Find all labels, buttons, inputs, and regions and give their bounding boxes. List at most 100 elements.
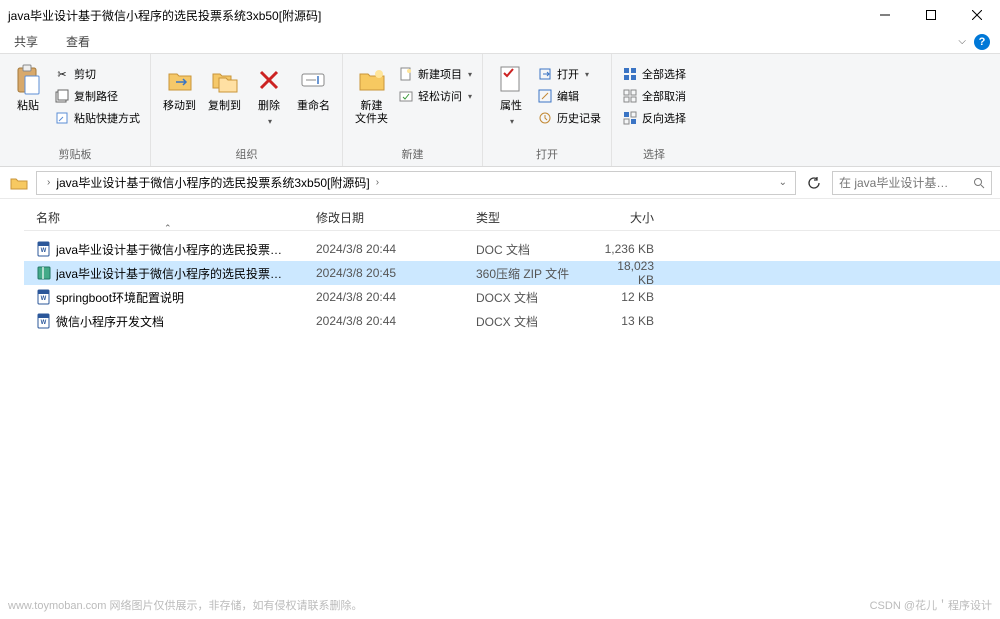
invert-selection-button[interactable]: 反向选择 [618, 108, 690, 128]
file-date: 2024/3/8 20:44 [316, 242, 476, 256]
minimize-button[interactable] [862, 0, 908, 30]
invert-selection-label: 反向选择 [642, 110, 686, 126]
new-folder-label: 新建 文件夹 [355, 100, 388, 126]
select-all-button[interactable]: 全部选择 [618, 64, 690, 84]
paste-shortcut-button[interactable]: 粘贴快捷方式 [50, 108, 144, 128]
paste-shortcut-label: 粘贴快捷方式 [74, 110, 140, 126]
ribbon-group-organize: 移动到 复制到 删除 ▾ 重命名 组织 [151, 54, 343, 166]
copy-to-label: 复制到 [208, 100, 241, 113]
ribbon-collapse-icon[interactable]: ⌵ [958, 36, 966, 47]
delete-label: 删除 [258, 100, 280, 113]
file-name: 微信小程序开发文档 [56, 313, 316, 330]
new-item-icon [398, 66, 414, 82]
move-to-icon [164, 64, 196, 96]
edit-button[interactable]: 编辑 [533, 86, 605, 106]
copy-to-icon [209, 64, 241, 96]
new-item-label: 新建项目 [418, 66, 462, 82]
breadcrumb-folder[interactable]: java毕业设计基于微信小程序的选民投票系统3xb50[附源码] [56, 174, 369, 191]
easy-access-icon [398, 88, 414, 104]
column-type[interactable]: 类型 [476, 209, 604, 226]
column-size[interactable]: 大小 [604, 209, 684, 226]
refresh-button[interactable] [802, 171, 826, 195]
edit-icon [537, 88, 553, 104]
tab-view[interactable]: 查看 [52, 30, 104, 54]
footer-watermark-left: www.toymoban.com 网络图片仅供展示，非存储，如有侵权请联系删除。 [8, 597, 362, 613]
paste-button[interactable]: 粘贴 [6, 62, 50, 115]
open-group-label: 打开 [489, 144, 605, 166]
copy-path-button[interactable]: 复制路径 [50, 86, 144, 106]
tab-share[interactable]: 共享 [0, 30, 52, 54]
open-button[interactable]: 打开 ▾ [533, 64, 605, 84]
file-list: Wjava毕业设计基于微信小程序的选民投票…2024/3/8 20:44DOC … [24, 231, 1000, 333]
maximize-button[interactable] [908, 0, 954, 30]
edit-label: 编辑 [557, 88, 579, 104]
paste-icon [12, 64, 44, 96]
copy-path-icon [54, 88, 70, 104]
chevron-right-icon[interactable]: › [41, 177, 56, 188]
properties-label: 属性 [500, 100, 522, 113]
paste-shortcut-icon [54, 110, 70, 126]
svg-text:W: W [41, 296, 47, 302]
new-folder-button[interactable]: 新建 文件夹 [349, 62, 394, 128]
column-name[interactable]: 名称 [36, 209, 316, 226]
history-button[interactable]: 历史记录 [533, 108, 605, 128]
svg-text:W: W [41, 320, 47, 326]
folder-icon [8, 173, 30, 193]
breadcrumb[interactable]: › java毕业设计基于微信小程序的选民投票系统3xb50[附源码] › ⌄ [36, 171, 796, 195]
copy-path-label: 复制路径 [74, 88, 118, 104]
select-group-label: 选择 [618, 144, 690, 166]
file-icon: W [36, 289, 56, 305]
delete-button[interactable]: 删除 ▾ [247, 62, 291, 129]
address-bar-row: › java毕业设计基于微信小程序的选民投票系统3xb50[附源码] › ⌄ 在… [0, 167, 1000, 199]
rename-button[interactable]: 重命名 [291, 62, 336, 115]
sort-indicator-icon: ⌃ [164, 223, 172, 234]
history-label: 历史记录 [557, 110, 601, 126]
close-button[interactable] [954, 0, 1000, 30]
ribbon: 粘贴 ✂ 剪切 复制路径 粘贴快捷方式 [0, 54, 1000, 167]
ribbon-group-open: 属性 ▾ 打开 ▾ 编辑 [483, 54, 612, 166]
cut-button[interactable]: ✂ 剪切 [50, 64, 144, 84]
file-type: DOCX 文档 [476, 289, 604, 306]
easy-access-button[interactable]: 轻松访问 ▾ [394, 86, 476, 106]
invert-selection-icon [622, 110, 638, 126]
ribbon-group-clipboard: 粘贴 ✂ 剪切 复制路径 粘贴快捷方式 [0, 54, 151, 166]
properties-icon [495, 64, 527, 96]
file-size: 1,236 KB [604, 242, 684, 256]
file-date: 2024/3/8 20:44 [316, 314, 476, 328]
file-row[interactable]: W微信小程序开发文档2024/3/8 20:44DOCX 文档13 KB [24, 309, 1000, 333]
chevron-right-icon[interactable]: › [370, 177, 385, 188]
file-type: DOCX 文档 [476, 313, 604, 330]
select-none-button[interactable]: 全部取消 [618, 86, 690, 106]
move-to-button[interactable]: 移动到 [157, 62, 202, 115]
chevron-down-icon: ▾ [585, 70, 589, 79]
file-row[interactable]: Wspringboot环境配置说明2024/3/8 20:44DOCX 文档12… [24, 285, 1000, 309]
footer-watermark-right: CSDN @花儿＇程序设计 [870, 597, 992, 613]
dropdown-history-icon[interactable]: ⌄ [779, 177, 787, 188]
search-placeholder: 在 java毕业设计基… [839, 174, 973, 191]
file-icon: W [36, 241, 56, 257]
file-name: springboot环境配置说明 [56, 289, 316, 306]
file-name: java毕业设计基于微信小程序的选民投票… [56, 265, 316, 282]
search-input[interactable]: 在 java毕业设计基… [832, 171, 992, 195]
help-icon[interactable]: ? [974, 34, 990, 50]
organize-group-label: 组织 [157, 144, 336, 166]
delete-icon [253, 64, 285, 96]
file-icon [36, 265, 56, 281]
file-row[interactable]: Wjava毕业设计基于微信小程序的选民投票…2024/3/8 20:44DOC … [24, 237, 1000, 261]
new-group-label: 新建 [349, 144, 476, 166]
file-size: 12 KB [604, 290, 684, 304]
history-icon [537, 110, 553, 126]
select-all-icon [622, 66, 638, 82]
properties-button[interactable]: 属性 ▾ [489, 62, 533, 129]
new-folder-icon [356, 64, 388, 96]
file-list-area: 名称 修改日期 类型 大小 ⌃ Wjava毕业设计基于微信小程序的选民投票…20… [0, 199, 1000, 333]
copy-to-button[interactable]: 复制到 [202, 62, 247, 115]
column-date[interactable]: 修改日期 [316, 209, 476, 226]
move-to-label: 移动到 [163, 100, 196, 113]
select-none-icon [622, 88, 638, 104]
ribbon-group-new: 新建 文件夹 新建项目 ▾ 轻松访问 ▾ 新建 [343, 54, 483, 166]
file-row[interactable]: java毕业设计基于微信小程序的选民投票…2024/3/8 20:45360压缩… [24, 261, 1000, 285]
file-icon: W [36, 313, 56, 329]
cut-label: 剪切 [74, 66, 96, 82]
new-item-button[interactable]: 新建项目 ▾ [394, 64, 476, 84]
